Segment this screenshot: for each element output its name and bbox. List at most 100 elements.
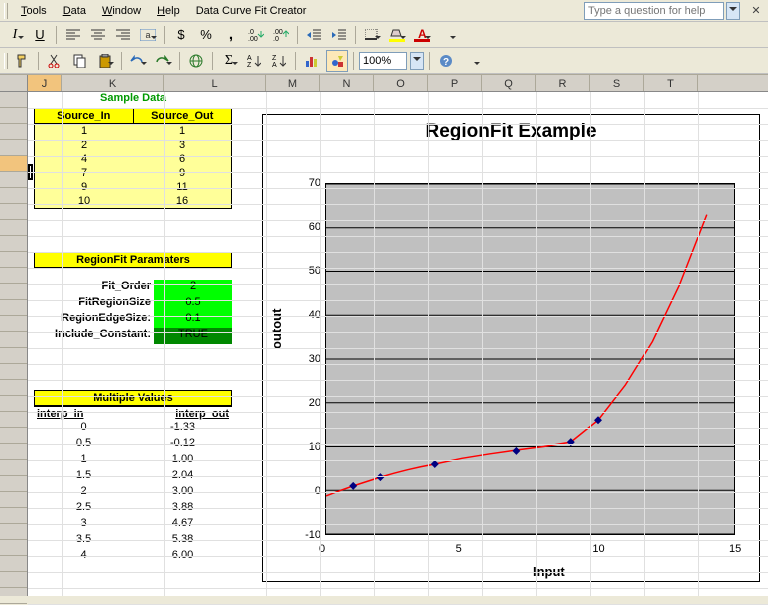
sample-row[interactable]: 11: [35, 124, 231, 138]
row-header[interactable]: [0, 572, 27, 588]
param-row[interactable]: Include_Constant:TRUE: [34, 328, 232, 344]
param-row[interactable]: Fit_Order2: [34, 280, 232, 296]
column-header-T[interactable]: T: [644, 75, 698, 91]
currency-button[interactable]: $: [170, 24, 192, 46]
align-right-button[interactable]: [112, 24, 134, 46]
column-header-N[interactable]: N: [320, 75, 374, 91]
row-header[interactable]: [0, 556, 27, 572]
row-header[interactable]: [0, 284, 27, 300]
column-header-J[interactable]: J: [28, 75, 62, 91]
undo-button[interactable]: [127, 50, 149, 72]
select-all-corner[interactable]: [0, 75, 28, 91]
column-header-Q[interactable]: Q: [482, 75, 536, 91]
row-header[interactable]: [0, 508, 27, 524]
row-header[interactable]: [0, 348, 27, 364]
menu-window[interactable]: Window: [95, 3, 148, 19]
underline-button[interactable]: U: [29, 24, 51, 46]
format-painter-button[interactable]: [11, 50, 33, 72]
hyperlink-button[interactable]: [185, 50, 207, 72]
help-search-input[interactable]: [584, 2, 724, 20]
menu-data[interactable]: Data: [56, 3, 93, 19]
decrease-decimal-button[interactable]: .00.0: [270, 24, 292, 46]
row-header[interactable]: [0, 140, 27, 156]
multi-row[interactable]: 11.00: [34, 453, 232, 469]
row-header[interactable]: [0, 92, 27, 108]
row-header[interactable]: [0, 316, 27, 332]
zoom-dropdown[interactable]: [410, 52, 424, 70]
align-center-button[interactable]: [87, 24, 109, 46]
increase-indent-button[interactable]: [328, 24, 350, 46]
decrease-indent-button[interactable]: [303, 24, 325, 46]
chart-wizard-button[interactable]: [301, 50, 323, 72]
column-header-R[interactable]: R: [536, 75, 590, 91]
param-row[interactable]: FitRegionSize0.5: [34, 296, 232, 312]
worksheet[interactable]: Sample Data Source_In Source_Out 1123467…: [0, 92, 768, 596]
row-header[interactable]: [0, 492, 27, 508]
sample-row[interactable]: 79: [35, 166, 231, 180]
sample-row[interactable]: 46: [35, 152, 231, 166]
help-search-dropdown[interactable]: [726, 2, 740, 20]
row-header[interactable]: [0, 460, 27, 476]
row-header[interactable]: [0, 444, 27, 460]
row-header[interactable]: [0, 124, 27, 140]
percent-button[interactable]: %: [195, 24, 217, 46]
row-header[interactable]: [0, 380, 27, 396]
multi-row[interactable]: 1.52.04: [34, 469, 232, 485]
help-button[interactable]: ?: [435, 50, 457, 72]
multi-row[interactable]: 2.53.88: [34, 501, 232, 517]
row-header[interactable]: [0, 588, 27, 604]
toolbar-grip[interactable]: [4, 3, 8, 19]
row-header[interactable]: [0, 268, 27, 284]
row-header[interactable]: [0, 332, 27, 348]
borders-button[interactable]: [361, 24, 383, 46]
row-header[interactable]: [0, 108, 27, 124]
row-header[interactable]: [0, 220, 27, 236]
comma-button[interactable]: ,: [220, 24, 242, 46]
sort-desc-button[interactable]: ZA: [268, 50, 290, 72]
multi-row[interactable]: 46.00: [34, 549, 232, 565]
column-header-S[interactable]: S: [590, 75, 644, 91]
italic-button[interactable]: I: [4, 24, 26, 46]
param-row[interactable]: RegionEdgeSize:0.1: [34, 312, 232, 328]
row-header[interactable]: [0, 540, 27, 556]
autosum-button[interactable]: Σ: [218, 50, 240, 72]
row-header[interactable]: [0, 156, 27, 172]
menu-help[interactable]: Help: [150, 3, 187, 19]
column-header-K[interactable]: K: [62, 75, 164, 91]
multi-row[interactable]: 23.00: [34, 485, 232, 501]
redo-button[interactable]: [152, 50, 174, 72]
row-header[interactable]: [0, 476, 27, 492]
zoom-input[interactable]: [359, 52, 407, 70]
drawing-button[interactable]: [326, 50, 348, 72]
row-header[interactable]: [0, 300, 27, 316]
row-header[interactable]: [0, 524, 27, 540]
sort-asc-button[interactable]: AZ: [243, 50, 265, 72]
column-header-P[interactable]: P: [428, 75, 482, 91]
align-left-button[interactable]: [62, 24, 84, 46]
multi-row[interactable]: 34.67: [34, 517, 232, 533]
close-window-icon[interactable]: ✕: [748, 3, 764, 19]
fill-color-button[interactable]: [386, 24, 408, 46]
column-header-L[interactable]: L: [164, 75, 266, 91]
row-header[interactable]: [0, 412, 27, 428]
toolbar-overflow-button[interactable]: [436, 24, 458, 46]
sample-row[interactable]: 911: [35, 180, 231, 194]
row-header[interactable]: [0, 364, 27, 380]
increase-decimal-button[interactable]: .0.00: [245, 24, 267, 46]
font-color-button[interactable]: A: [411, 24, 433, 46]
multi-row[interactable]: 0.5-0.12: [34, 437, 232, 453]
menu-datacurvefit[interactable]: Data Curve Fit Creator: [189, 3, 314, 19]
multi-row[interactable]: 0-1.33: [34, 421, 232, 437]
toolbar-grip-2[interactable]: [4, 53, 8, 69]
row-header[interactable]: [0, 396, 27, 412]
copy-button[interactable]: [69, 50, 91, 72]
multi-row[interactable]: 3.55.38: [34, 533, 232, 549]
paste-button[interactable]: [94, 50, 116, 72]
merge-center-button[interactable]: a: [137, 24, 159, 46]
row-header[interactable]: [0, 236, 27, 252]
menu-tools[interactable]: Tools: [14, 3, 54, 19]
row-header[interactable]: [0, 428, 27, 444]
row-header[interactable]: [0, 204, 27, 220]
column-header-O[interactable]: O: [374, 75, 428, 91]
column-header-M[interactable]: M: [266, 75, 320, 91]
